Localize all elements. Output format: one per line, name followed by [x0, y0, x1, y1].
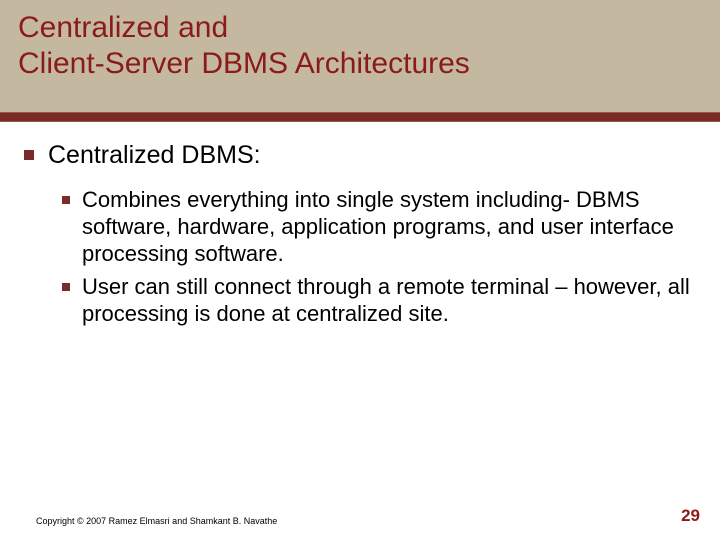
slide: Centralized andClient-Server DBMS Archit…	[0, 0, 720, 540]
sublist: Combines everything into single system i…	[24, 181, 696, 327]
sub-bullet-text: Combines everything into single system i…	[82, 187, 696, 267]
square-bullet-icon	[62, 283, 70, 291]
page-number: 29	[681, 506, 700, 526]
footer: Copyright © 2007 Ramez Elmasri and Shamk…	[36, 506, 700, 526]
content-area: Centralized DBMS: Combines everything in…	[0, 122, 720, 327]
accent-strip	[0, 112, 720, 122]
slide-title: Centralized andClient-Server DBMS Archit…	[18, 10, 702, 82]
copyright-text: Copyright © 2007 Ramez Elmasri and Shamk…	[36, 516, 277, 526]
title-band: Centralized andClient-Server DBMS Archit…	[0, 0, 720, 112]
heading-text: Centralized DBMS:	[48, 140, 261, 171]
bullet-level2: User can still connect through a remote …	[62, 274, 696, 328]
bullet-level2: Combines everything into single system i…	[62, 187, 696, 267]
bullet-level1: Centralized DBMS:	[24, 140, 696, 171]
square-bullet-icon	[24, 150, 34, 160]
sub-bullet-text: User can still connect through a remote …	[82, 274, 696, 328]
square-bullet-icon	[62, 196, 70, 204]
